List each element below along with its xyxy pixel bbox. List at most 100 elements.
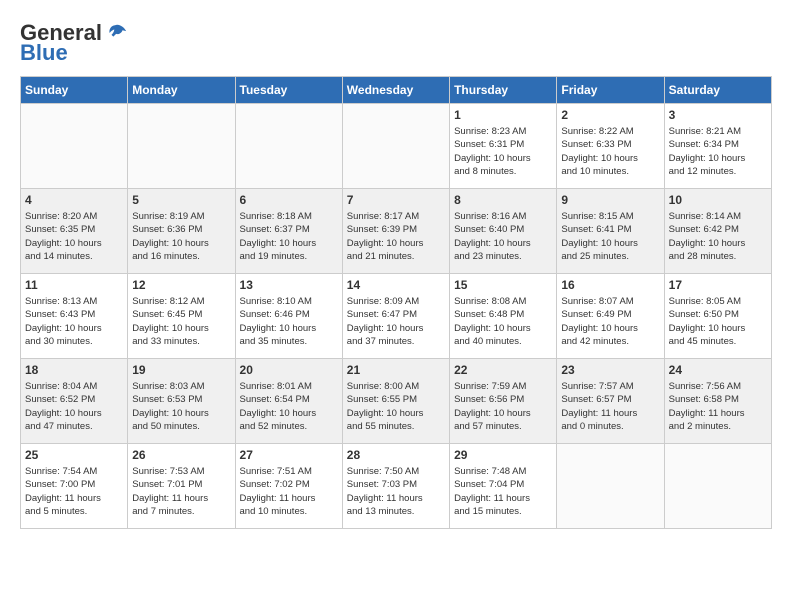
calendar-cell: 6 Sunrise: 8:18 AM Sunset: 6:37 PM Daylig… — [235, 189, 342, 274]
day-info: Sunrise: 8:22 AM Sunset: 6:33 PM Dayligh… — [561, 125, 659, 178]
day-info: Sunrise: 8:12 AM Sunset: 6:45 PM Dayligh… — [132, 295, 230, 348]
day-info: Sunrise: 7:57 AM Sunset: 6:57 PM Dayligh… — [561, 380, 659, 433]
day-number: 25 — [25, 448, 123, 462]
day-info: Sunrise: 7:56 AM Sunset: 6:58 PM Dayligh… — [669, 380, 767, 433]
calendar-cell: 5 Sunrise: 8:19 AM Sunset: 6:36 PM Daylig… — [128, 189, 235, 274]
day-number: 28 — [347, 448, 445, 462]
day-info: Sunrise: 8:17 AM Sunset: 6:39 PM Dayligh… — [347, 210, 445, 263]
day-info: Sunrise: 8:01 AM Sunset: 6:54 PM Dayligh… — [240, 380, 338, 433]
day-info: Sunrise: 8:14 AM Sunset: 6:42 PM Dayligh… — [669, 210, 767, 263]
day-info: Sunrise: 8:03 AM Sunset: 6:53 PM Dayligh… — [132, 380, 230, 433]
day-number: 22 — [454, 363, 552, 377]
calendar-cell: 8Sunrise: 8:16 AM Sunset: 6:40 PM Daylig… — [450, 189, 557, 274]
day-number: 21 — [347, 363, 445, 377]
header: General Blue — [20, 20, 772, 66]
calendar-cell: 9 Sunrise: 8:15 AM Sunset: 6:41 PM Daylig… — [557, 189, 664, 274]
calendar-cell: 27 Sunrise: 7:51 AM Sunset: 7:02 PM Dayli… — [235, 444, 342, 529]
day-info: Sunrise: 8:19 AM Sunset: 6:36 PM Dayligh… — [132, 210, 230, 263]
calendar-cell: 3 Sunrise: 8:21 AM Sunset: 6:34 PM Daylig… — [664, 104, 771, 189]
day-number: 3 — [669, 108, 767, 122]
day-info: Sunrise: 8:09 AM Sunset: 6:47 PM Dayligh… — [347, 295, 445, 348]
calendar-cell: 21 Sunrise: 8:00 AM Sunset: 6:55 PM Dayli… — [342, 359, 449, 444]
header-sunday: Sunday — [21, 77, 128, 104]
header-monday: Monday — [128, 77, 235, 104]
calendar-cell: 4 Sunrise: 8:20 AM Sunset: 6:35 PM Daylig… — [21, 189, 128, 274]
day-number: 18 — [25, 363, 123, 377]
day-info: Sunrise: 8:23 AM Sunset: 6:31 PM Dayligh… — [454, 125, 552, 178]
calendar-cell: 22Sunrise: 7:59 AM Sunset: 6:56 PM Dayli… — [450, 359, 557, 444]
day-info: Sunrise: 8:05 AM Sunset: 6:50 PM Dayligh… — [669, 295, 767, 348]
header-tuesday: Tuesday — [235, 77, 342, 104]
calendar-cell: 12Sunrise: 8:12 AM Sunset: 6:45 PM Dayli… — [128, 274, 235, 359]
header-saturday: Saturday — [664, 77, 771, 104]
week-row-1: 1 Sunrise: 8:23 AM Sunset: 6:31 PM Daylig… — [21, 104, 772, 189]
calendar-cell — [235, 104, 342, 189]
calendar-cell: 13 Sunrise: 8:10 AM Sunset: 6:46 PM Dayli… — [235, 274, 342, 359]
calendar-cell: 16 Sunrise: 8:07 AM Sunset: 6:49 PM Dayli… — [557, 274, 664, 359]
day-number: 16 — [561, 278, 659, 292]
day-info: Sunrise: 7:54 AM Sunset: 7:00 PM Dayligh… — [25, 465, 123, 518]
week-row-3: 11 Sunrise: 8:13 AM Sunset: 6:43 PM Dayli… — [21, 274, 772, 359]
header-row: SundayMondayTuesdayWednesdayThursdayFrid… — [21, 77, 772, 104]
day-number: 17 — [669, 278, 767, 292]
week-row-5: 25 Sunrise: 7:54 AM Sunset: 7:00 PM Dayli… — [21, 444, 772, 529]
day-number: 6 — [240, 193, 338, 207]
week-row-4: 18 Sunrise: 8:04 AM Sunset: 6:52 PM Dayli… — [21, 359, 772, 444]
day-number: 5 — [132, 193, 230, 207]
day-info: Sunrise: 8:18 AM Sunset: 6:37 PM Dayligh… — [240, 210, 338, 263]
calendar-cell: 15 Sunrise: 8:08 AM Sunset: 6:48 PM Dayli… — [450, 274, 557, 359]
day-number: 29 — [454, 448, 552, 462]
calendar-cell: 7 Sunrise: 8:17 AM Sunset: 6:39 PM Daylig… — [342, 189, 449, 274]
day-number: 4 — [25, 193, 123, 207]
calendar-cell: 28 Sunrise: 7:50 AM Sunset: 7:03 PM Dayli… — [342, 444, 449, 529]
day-info: Sunrise: 8:21 AM Sunset: 6:34 PM Dayligh… — [669, 125, 767, 178]
day-number: 13 — [240, 278, 338, 292]
day-number: 23 — [561, 363, 659, 377]
day-info: Sunrise: 8:20 AM Sunset: 6:35 PM Dayligh… — [25, 210, 123, 263]
day-info: Sunrise: 7:51 AM Sunset: 7:02 PM Dayligh… — [240, 465, 338, 518]
header-thursday: Thursday — [450, 77, 557, 104]
calendar-cell — [557, 444, 664, 529]
day-number: 10 — [669, 193, 767, 207]
week-row-2: 4 Sunrise: 8:20 AM Sunset: 6:35 PM Daylig… — [21, 189, 772, 274]
day-number: 2 — [561, 108, 659, 122]
day-number: 7 — [347, 193, 445, 207]
day-info: Sunrise: 8:04 AM Sunset: 6:52 PM Dayligh… — [25, 380, 123, 433]
calendar-cell: 18 Sunrise: 8:04 AM Sunset: 6:52 PM Dayli… — [21, 359, 128, 444]
day-info: Sunrise: 8:00 AM Sunset: 6:55 PM Dayligh… — [347, 380, 445, 433]
day-info: Sunrise: 8:07 AM Sunset: 6:49 PM Dayligh… — [561, 295, 659, 348]
calendar-cell: 29 Sunrise: 7:48 AM Sunset: 7:04 PM Dayli… — [450, 444, 557, 529]
day-number: 1 — [454, 108, 552, 122]
header-friday: Friday — [557, 77, 664, 104]
day-info: Sunrise: 7:53 AM Sunset: 7:01 PM Dayligh… — [132, 465, 230, 518]
day-number: 20 — [240, 363, 338, 377]
day-info: Sunrise: 8:10 AM Sunset: 6:46 PM Dayligh… — [240, 295, 338, 348]
calendar-cell — [128, 104, 235, 189]
day-number: 24 — [669, 363, 767, 377]
header-wednesday: Wednesday — [342, 77, 449, 104]
day-number: 9 — [561, 193, 659, 207]
day-number: 15 — [454, 278, 552, 292]
day-info: Sunrise: 8:15 AM Sunset: 6:41 PM Dayligh… — [561, 210, 659, 263]
day-number: 26 — [132, 448, 230, 462]
logo: General Blue — [20, 20, 128, 66]
calendar-cell: 23 Sunrise: 7:57 AM Sunset: 6:57 PM Dayli… — [557, 359, 664, 444]
day-number: 27 — [240, 448, 338, 462]
day-number: 8 — [454, 193, 552, 207]
calendar-cell — [21, 104, 128, 189]
day-number: 11 — [25, 278, 123, 292]
calendar-cell: 10 Sunrise: 8:14 AM Sunset: 6:42 PM Dayli… — [664, 189, 771, 274]
day-number: 14 — [347, 278, 445, 292]
day-info: Sunrise: 7:50 AM Sunset: 7:03 PM Dayligh… — [347, 465, 445, 518]
calendar-cell: 1 Sunrise: 8:23 AM Sunset: 6:31 PM Daylig… — [450, 104, 557, 189]
calendar-cell: 24 Sunrise: 7:56 AM Sunset: 6:58 PM Dayli… — [664, 359, 771, 444]
calendar-cell: 11 Sunrise: 8:13 AM Sunset: 6:43 PM Dayli… — [21, 274, 128, 359]
calendar-cell: 17 Sunrise: 8:05 AM Sunset: 6:50 PM Dayli… — [664, 274, 771, 359]
calendar-cell: 20 Sunrise: 8:01 AM Sunset: 6:54 PM Dayli… — [235, 359, 342, 444]
calendar-cell: 14 Sunrise: 8:09 AM Sunset: 6:47 PM Dayli… — [342, 274, 449, 359]
logo-bird-icon — [106, 22, 128, 44]
day-info: Sunrise: 8:13 AM Sunset: 6:43 PM Dayligh… — [25, 295, 123, 348]
calendar-cell: 19Sunrise: 8:03 AM Sunset: 6:53 PM Dayli… — [128, 359, 235, 444]
day-info: Sunrise: 8:08 AM Sunset: 6:48 PM Dayligh… — [454, 295, 552, 348]
day-info: Sunrise: 7:48 AM Sunset: 7:04 PM Dayligh… — [454, 465, 552, 518]
